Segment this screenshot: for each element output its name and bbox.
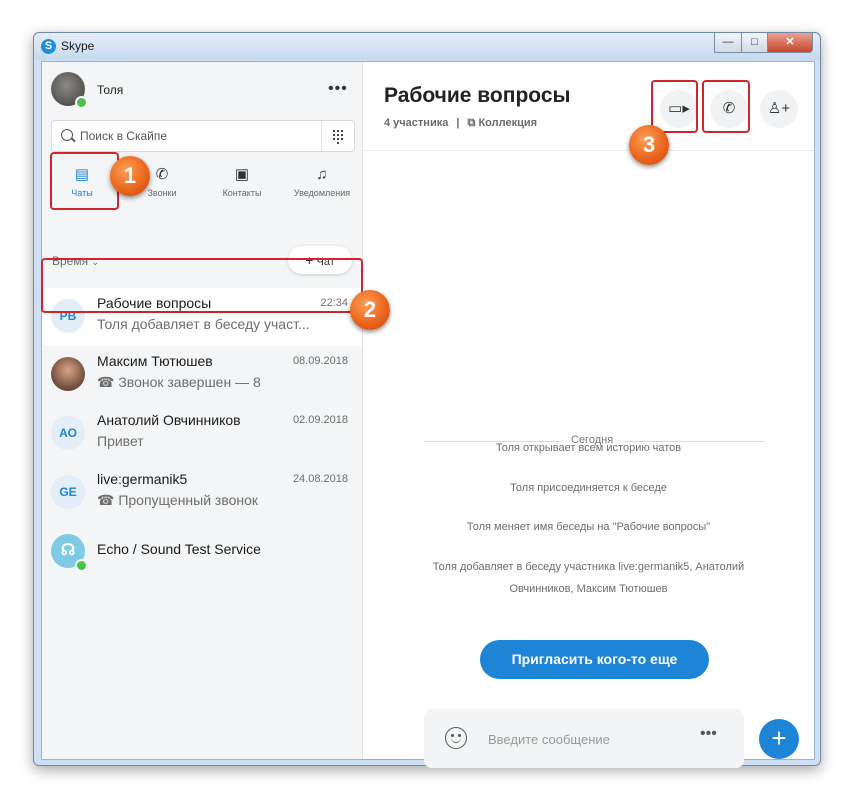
step-badge-2: 2	[350, 290, 390, 330]
message-composer: •••	[424, 709, 744, 768]
chat-preview: ☎ Пропущенный звонок	[97, 492, 259, 508]
online-status-icon	[75, 96, 88, 109]
chat-date: 02.09.2018	[292, 414, 348, 426]
close-button[interactable]: ✕	[767, 33, 813, 53]
bell-icon: ♫	[316, 166, 328, 183]
participants-count[interactable]: 4 участника	[384, 117, 448, 129]
search-input[interactable]	[78, 125, 322, 147]
maximize-button[interactable]: □	[741, 33, 768, 53]
add-attachment-button[interactable]: +	[759, 719, 799, 759]
system-message: Толя добавляет в беседу участника live:g…	[432, 561, 745, 573]
highlight-frame	[651, 80, 698, 133]
plus-icon: +	[771, 723, 787, 753]
avatar: GE	[51, 475, 85, 509]
chat-name: Echo / Sound Test Service	[97, 541, 261, 557]
list-item[interactable]: GE live:germanik5 ☎ Пропущенный звонок 2…	[42, 464, 362, 522]
title-bar: S Skype — □ ✕	[34, 33, 820, 60]
emoji-icon[interactable]	[445, 727, 467, 749]
tab-notifications-label: Уведомления	[293, 188, 351, 198]
step-badge-3: 3	[629, 125, 669, 165]
conversation-subtitle: 4 участника | ⧉ Коллекция	[384, 117, 537, 130]
avatar	[51, 357, 85, 391]
step-badge-1: 1	[110, 156, 150, 196]
profile-name[interactable]: Толя	[97, 83, 123, 97]
chat-preview: ☎ Звонок завершен — 8	[97, 374, 261, 390]
contacts-icon: ▣	[234, 166, 250, 183]
tab-notifications[interactable]: ♫ Уведомления	[282, 158, 362, 208]
system-message: Толя меняет имя беседы на "Рабочие вопро…	[466, 521, 711, 533]
dialpad-icon[interactable]	[321, 121, 354, 151]
gallery-icon: ⧉	[467, 117, 476, 129]
tab-contacts[interactable]: ▣ Контакты	[202, 158, 282, 208]
chat-name: Максим Тютюшев	[97, 353, 213, 369]
minimize-button[interactable]: —	[714, 33, 742, 53]
more-options-icon[interactable]: •••	[700, 725, 717, 743]
highlight-frame	[50, 152, 119, 210]
collection-link[interactable]: Коллекция	[478, 117, 537, 129]
conversation-title[interactable]: Рабочие вопросы	[384, 84, 570, 108]
invite-button[interactable]: Пригласить кого-то еще	[480, 640, 709, 679]
conversation-pane: Рабочие вопросы 4 участника | ⧉ Коллекци…	[363, 62, 814, 768]
more-options-icon[interactable]: •••	[328, 80, 348, 98]
window-title: Skype	[61, 39, 95, 53]
chat-date: 08.09.2018	[292, 355, 348, 367]
search-icon	[61, 129, 73, 141]
chat-preview: Толя добавляет в беседу участ...	[97, 316, 310, 332]
list-item[interactable]: ☊ Echo / Sound Test Service	[42, 523, 362, 581]
system-message: Овчинников, Максим Тютюшев	[509, 583, 668, 595]
list-item[interactable]: Максим Тютюшев ☎ Звонок завершен — 8 08.…	[42, 346, 362, 404]
chat-name: Анатолий Овчинников	[97, 412, 241, 428]
highlight-frame	[41, 258, 363, 313]
add-people-button[interactable]: ♙+	[760, 90, 798, 128]
add-person-icon: ♙+	[767, 100, 791, 117]
skype-logo-icon: S	[41, 39, 56, 54]
system-message: Толя присоединяется к беседе	[510, 482, 667, 494]
message-input[interactable]	[486, 728, 690, 750]
chat-date: 24.08.2018	[292, 473, 348, 485]
chat-preview: Привет	[97, 433, 144, 449]
list-item[interactable]: АО Анатолий Овчинников Привет 02.09.2018	[42, 405, 362, 463]
system-message: Толя открывает всем историю чатов	[495, 442, 682, 454]
chat-name: live:germanik5	[97, 471, 188, 487]
phone-icon: ✆	[155, 166, 169, 183]
online-status-icon	[75, 559, 88, 572]
highlight-frame	[702, 80, 750, 133]
tab-contacts-label: Контакты	[222, 188, 262, 198]
search-box	[51, 120, 355, 152]
tab-calls-label: Звонки	[147, 188, 177, 198]
app-client: Толя ••• ▤ Чаты ✆ Звонки	[41, 61, 815, 768]
avatar: АО	[51, 416, 85, 450]
skype-window: S Skype — □ ✕ Толя ••• Поиск в Скайпе ▤ …	[33, 32, 821, 768]
header-divider	[363, 150, 814, 151]
divider: |	[456, 117, 460, 129]
